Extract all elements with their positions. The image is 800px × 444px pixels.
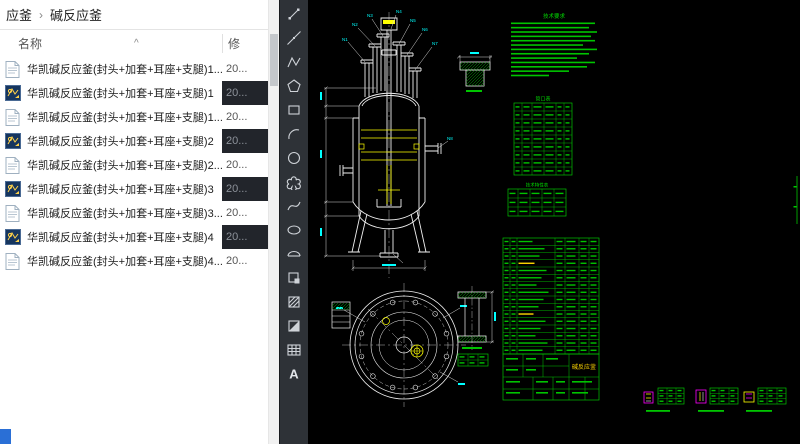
svg-text:管口表: 管口表 bbox=[535, 96, 550, 103]
dwg-file-icon bbox=[5, 229, 22, 246]
document-file-icon bbox=[5, 157, 22, 174]
file-name: 华凯碱反应釜(封头+加套+耳座+支腿)4... bbox=[27, 253, 222, 269]
file-row[interactable]: 华凯碱反应釜(封头+加套+耳座+支腿)3 20... bbox=[0, 177, 268, 201]
breadcrumb-current[interactable]: 碱反应釜 bbox=[50, 5, 102, 24]
file-date: 20... bbox=[222, 249, 268, 273]
svg-text:N8: N8 bbox=[447, 136, 453, 141]
tool-arc-icon[interactable] bbox=[283, 123, 305, 145]
application-window: 应釜 › 碱反应釜 名称 ^ 修 华凯碱反应釜(封头+加套+耳座+支腿)1...… bbox=[0, 0, 800, 444]
file-name: 华凯碱反应釜(封头+加套+耳座+支腿)1 bbox=[27, 85, 222, 101]
svg-text:N2: N2 bbox=[352, 22, 358, 27]
svg-text:N6: N6 bbox=[422, 27, 428, 32]
svg-text:N1: N1 bbox=[342, 37, 348, 42]
tool-spline-icon[interactable] bbox=[283, 195, 305, 217]
scrollbar-thumb[interactable] bbox=[270, 34, 278, 86]
file-date: 20... bbox=[222, 153, 268, 177]
tool-line-icon[interactable] bbox=[283, 3, 305, 25]
svg-text:技术特性表: 技术特性表 bbox=[526, 182, 549, 189]
document-file-icon bbox=[5, 61, 22, 78]
svg-text:N4: N4 bbox=[396, 9, 402, 14]
tool-polyline-icon[interactable] bbox=[283, 51, 305, 73]
file-row[interactable]: 华凯碱反应釜(封头+加套+耳座+支腿)1... 20... bbox=[0, 57, 268, 81]
file-list-scrollbar[interactable] bbox=[268, 0, 279, 444]
document-file-icon bbox=[5, 253, 22, 270]
tool-circle-icon[interactable] bbox=[283, 147, 305, 169]
file-date: 20... bbox=[222, 225, 268, 249]
file-date: 20... bbox=[222, 129, 268, 153]
tool-ellipse-arc-icon[interactable] bbox=[283, 243, 305, 265]
svg-text:N7: N7 bbox=[432, 41, 438, 46]
file-date: 20... bbox=[222, 177, 268, 201]
file-date: 20... bbox=[222, 81, 268, 105]
document-file-icon bbox=[5, 109, 22, 126]
file-row[interactable]: 华凯碱反应釜(封头+加套+耳座+支腿)3... 20... bbox=[0, 201, 268, 225]
file-name: 华凯碱反应釜(封头+加套+耳座+支腿)3... bbox=[27, 205, 222, 221]
breadcrumb: 应釜 › 碱反应釜 bbox=[0, 0, 268, 30]
tool-insert-block-icon[interactable] bbox=[283, 267, 305, 289]
tool-construction-line-icon[interactable] bbox=[283, 27, 305, 49]
svg-text:碱反应釜: 碱反应釜 bbox=[572, 363, 596, 371]
svg-text:N5: N5 bbox=[410, 18, 416, 23]
svg-text:A: A bbox=[289, 367, 299, 382]
file-name: 华凯碱反应釜(封头+加套+耳座+支腿)1... bbox=[27, 109, 222, 125]
tool-gradient-icon[interactable] bbox=[283, 315, 305, 337]
file-date: 20... bbox=[222, 201, 268, 225]
tool-polygon-icon[interactable] bbox=[283, 75, 305, 97]
file-date: 20... bbox=[222, 105, 268, 129]
svg-text:N3: N3 bbox=[367, 13, 373, 18]
file-name: 华凯碱反应釜(封头+加套+耳座+支腿)4 bbox=[27, 229, 222, 245]
column-header-name[interactable]: 名称 bbox=[0, 35, 42, 52]
dwg-file-icon bbox=[5, 181, 22, 198]
file-name: 华凯碱反应釜(封头+加套+耳座+支腿)2 bbox=[27, 133, 222, 149]
column-divider[interactable] bbox=[222, 34, 223, 53]
file-row[interactable]: 华凯碱反应釜(封头+加套+耳座+支腿)1 20... bbox=[0, 81, 268, 105]
tool-ellipse-icon[interactable] bbox=[283, 219, 305, 241]
file-list: 华凯碱反应釜(封头+加套+耳座+支腿)1... 20... 华凯碱反应釜(封头+… bbox=[0, 57, 268, 444]
list-header: 名称 ^ 修 bbox=[0, 30, 268, 57]
dwg-file-icon bbox=[5, 85, 22, 102]
file-row[interactable]: 华凯碱反应釜(封头+加套+耳座+支腿)2... 20... bbox=[0, 153, 268, 177]
file-row[interactable]: 华凯碱反应釜(封头+加套+耳座+支腿)4 20... bbox=[0, 225, 268, 249]
breadcrumb-root[interactable]: 应釜 bbox=[6, 5, 32, 24]
tool-hatch-icon[interactable] bbox=[283, 291, 305, 313]
file-name: 华凯碱反应釜(封头+加套+耳座+支腿)1... bbox=[27, 61, 222, 77]
tool-text-icon[interactable]: A bbox=[283, 363, 305, 385]
breadcrumb-separator-icon: › bbox=[39, 8, 43, 22]
cad-draw-toolbar: A bbox=[279, 0, 308, 444]
document-file-icon bbox=[5, 205, 22, 222]
file-row[interactable]: 华凯碱反应釜(封头+加套+耳座+支腿)2 20... bbox=[0, 129, 268, 153]
svg-text:技术要求: 技术要求 bbox=[543, 12, 566, 20]
tool-rectangle-icon[interactable] bbox=[283, 99, 305, 121]
dwg-file-icon bbox=[5, 133, 22, 150]
taskbar-corner bbox=[0, 429, 11, 444]
tool-revision-cloud-icon[interactable] bbox=[283, 171, 305, 193]
file-name: 华凯碱反应釜(封头+加套+耳座+支腿)2... bbox=[27, 157, 222, 173]
cad-canvas[interactable]: N1 N2 N3 N4 N5 N6 N7 N8 bbox=[308, 0, 800, 444]
file-row[interactable]: 华凯碱反应釜(封头+加套+耳座+支腿)4... 20... bbox=[0, 249, 268, 273]
file-browser-panel: 应釜 › 碱反应釜 名称 ^ 修 华凯碱反应釜(封头+加套+耳座+支腿)1...… bbox=[0, 0, 268, 444]
column-header-modified[interactable]: 修 bbox=[228, 35, 240, 52]
sort-ascending-icon[interactable]: ^ bbox=[134, 38, 139, 49]
file-date: 20... bbox=[222, 57, 268, 81]
file-row[interactable]: 华凯碱反应釜(封头+加套+耳座+支腿)1... 20... bbox=[0, 105, 268, 129]
file-name: 华凯碱反应釜(封头+加套+耳座+支腿)3 bbox=[27, 181, 222, 197]
tool-table-icon[interactable] bbox=[283, 339, 305, 361]
